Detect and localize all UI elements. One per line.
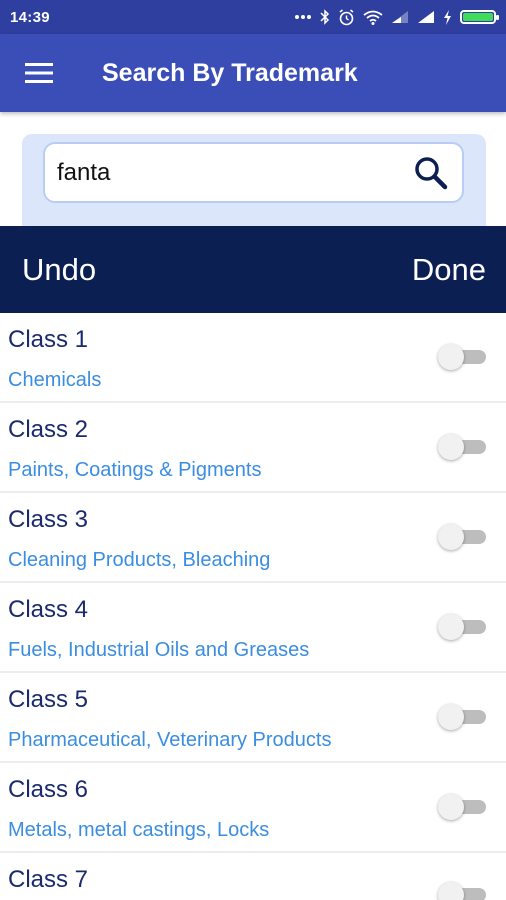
page-title: Search By Trademark bbox=[102, 58, 358, 87]
list-item[interactable]: Class 7 bbox=[0, 853, 506, 900]
hamburger-menu-icon[interactable] bbox=[0, 34, 78, 112]
action-bar: Undo Done bbox=[0, 226, 506, 313]
charging-icon bbox=[443, 9, 452, 25]
list-item[interactable]: Class 3 Cleaning Products, Bleaching bbox=[0, 493, 506, 583]
battery-icon bbox=[460, 10, 499, 24]
class-title: Class 4 bbox=[8, 596, 89, 623]
class-title: Class 3 bbox=[8, 506, 89, 533]
search-icon[interactable] bbox=[412, 154, 450, 192]
undo-button[interactable]: Undo bbox=[22, 252, 96, 288]
bluetooth-icon bbox=[320, 9, 330, 25]
signal-icon bbox=[417, 10, 435, 24]
class-list: Class 1 Chemicals Class 2 Paints, Coatin… bbox=[0, 313, 506, 900]
alarm-icon bbox=[338, 8, 355, 26]
class-description: Pharmaceutical, Veterinary Products bbox=[8, 729, 332, 751]
class-description: Paints, Coatings & Pigments bbox=[8, 459, 262, 481]
class-toggle[interactable] bbox=[438, 882, 486, 900]
class-title: Class 1 bbox=[8, 326, 89, 353]
class-description: Cleaning Products, Bleaching bbox=[8, 549, 271, 571]
app-bar: Search By Trademark bbox=[0, 34, 506, 112]
class-toggle[interactable] bbox=[438, 794, 486, 820]
search-input[interactable] bbox=[57, 158, 412, 187]
class-toggle[interactable] bbox=[438, 614, 486, 640]
status-icons bbox=[294, 8, 499, 26]
search-box bbox=[43, 142, 464, 203]
class-title: Class 6 bbox=[8, 776, 89, 803]
class-toggle[interactable] bbox=[438, 524, 486, 550]
class-description: Fuels, Industrial Oils and Greases bbox=[8, 639, 310, 661]
list-item[interactable]: Class 6 Metals, metal castings, Locks bbox=[0, 763, 506, 853]
list-item[interactable]: Class 5 Pharmaceutical, Veterinary Produ… bbox=[0, 673, 506, 763]
class-toggle[interactable] bbox=[438, 434, 486, 460]
class-title: Class 5 bbox=[8, 686, 89, 713]
list-item[interactable]: Class 1 Chemicals bbox=[0, 313, 506, 403]
class-description: Chemicals bbox=[8, 369, 102, 391]
class-title: Class 7 bbox=[8, 866, 89, 893]
class-title: Class 2 bbox=[8, 416, 89, 443]
class-toggle[interactable] bbox=[438, 344, 486, 370]
status-time: 14:39 bbox=[10, 8, 50, 26]
more-dots-icon bbox=[294, 14, 312, 20]
list-item[interactable]: Class 2 Paints, Coatings & Pigments bbox=[0, 403, 506, 493]
wifi-icon bbox=[363, 10, 383, 25]
class-toggle[interactable] bbox=[438, 704, 486, 730]
search-panel bbox=[22, 134, 486, 234]
done-button[interactable]: Done bbox=[412, 252, 486, 288]
list-item[interactable]: Class 4 Fuels, Industrial Oils and Greas… bbox=[0, 583, 506, 673]
status-bar: 14:39 bbox=[0, 0, 506, 34]
signal-icon bbox=[391, 10, 409, 24]
class-description: Metals, metal castings, Locks bbox=[8, 819, 270, 841]
